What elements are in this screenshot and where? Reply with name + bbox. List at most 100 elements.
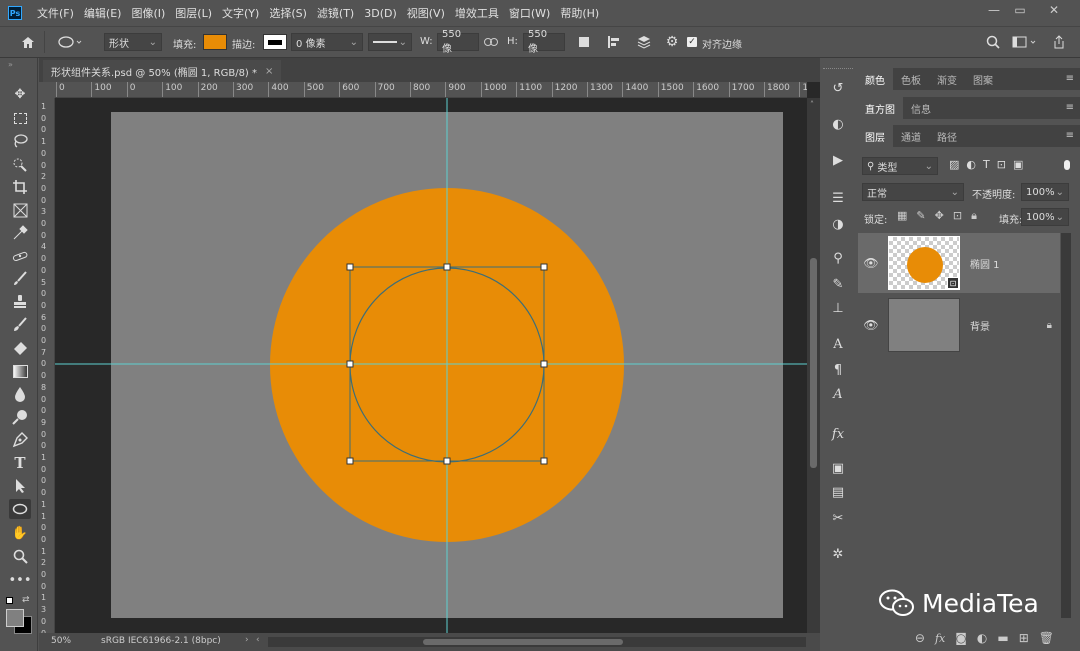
smart-object-filter-icon[interactable]: ▣ xyxy=(1013,158,1023,171)
workspace-icon[interactable] xyxy=(1010,34,1040,50)
stroke-width-select[interactable]: 0 像素 ⌄ xyxy=(291,33,363,51)
fill-input[interactable]: 100% ⌄ xyxy=(1021,208,1069,226)
layers-scrollbar[interactable] xyxy=(1061,233,1071,618)
blur-tool-icon[interactable] xyxy=(9,384,31,404)
tab-layers[interactable]: 图层 xyxy=(857,125,893,147)
zoom-level[interactable]: 50% xyxy=(51,636,71,646)
gear-icon[interactable]: ⚙ xyxy=(663,34,681,50)
search-icon[interactable] xyxy=(984,34,1002,50)
trash-icon[interactable]: 🗑︎ xyxy=(1039,631,1054,645)
fill-swatch[interactable] xyxy=(203,34,227,50)
hand-tool-icon[interactable]: ✋ xyxy=(9,523,31,543)
menu-3d[interactable]: 3D(D) xyxy=(359,7,402,20)
layer-mask-icon[interactable]: ◙ xyxy=(955,631,967,645)
adjustment-filter-icon[interactable]: ◐ xyxy=(966,158,976,171)
layer-filter-select[interactable]: ⚲ 类型 ⌄ xyxy=(862,157,938,175)
tool-preset-icon[interactable] xyxy=(56,33,84,51)
horizontal-scrollbar[interactable] xyxy=(268,637,806,647)
horizontal-ruler[interactable]: 0 100 0 100 200 300 400 500 600 700 800 900 1000 1100… xyxy=(55,82,807,98)
menu-help[interactable]: 帮助(H) xyxy=(555,5,604,21)
shape-mode-select[interactable]: 形状 ⌄ xyxy=(104,33,162,51)
align-edges-checkbox[interactable]: ✓ xyxy=(687,37,697,47)
foreground-color-swatch[interactable] xyxy=(6,609,24,627)
pixel-filter-icon[interactable]: ▨ xyxy=(949,158,959,171)
notes-panel-icon[interactable]: ▤ xyxy=(827,482,849,502)
brush-settings-panel-icon[interactable]: ⚲ xyxy=(827,248,849,268)
paragraph-panel-icon[interactable]: ¶ xyxy=(827,360,849,380)
properties-panel-icon[interactable]: ☰ xyxy=(827,188,849,208)
height-input[interactable]: 550 像 xyxy=(523,29,565,55)
lock-all-icon[interactable]: 🔒︎ xyxy=(971,209,977,223)
scroll-left-icon[interactable]: ‹ xyxy=(256,635,260,645)
path-alignment-icon[interactable] xyxy=(605,34,623,50)
lock-image-icon[interactable]: ✎ xyxy=(916,209,925,223)
character-panel-icon[interactable]: A xyxy=(827,334,849,354)
gradient-tool-icon[interactable] xyxy=(9,361,31,381)
type-tool-icon[interactable]: T xyxy=(9,453,31,473)
tab-gradients[interactable]: 渐变 xyxy=(929,68,965,90)
canvas-viewport[interactable] xyxy=(55,98,807,633)
eraser-tool-icon[interactable] xyxy=(9,338,31,358)
more-tools-icon[interactable]: ••• xyxy=(9,570,32,590)
swap-colors-icon[interactable]: ⇄ xyxy=(22,595,30,605)
ellipse-tool-icon[interactable] xyxy=(9,499,31,519)
tab-paths[interactable]: 路径 xyxy=(929,125,965,147)
dodge-tool-icon[interactable] xyxy=(9,407,31,427)
history-brush-tool-icon[interactable] xyxy=(9,315,31,335)
zoom-tool-icon[interactable] xyxy=(9,546,31,566)
clone-source-panel-icon[interactable]: ⊥ xyxy=(827,298,849,318)
frame-tool-icon[interactable] xyxy=(9,200,31,220)
transform-handle[interactable] xyxy=(540,457,548,465)
new-group-icon[interactable]: ▬ xyxy=(997,631,1008,645)
panel-menu-icon[interactable]: ≡ xyxy=(1066,102,1074,113)
menu-filter[interactable]: 滤镜(T) xyxy=(312,5,359,21)
quick-selection-tool-icon[interactable] xyxy=(9,154,31,174)
visibility-eye-icon[interactable]: 👁︎ xyxy=(858,318,884,332)
shape-filter-icon[interactable]: ⊡ xyxy=(997,158,1006,171)
transform-handle[interactable] xyxy=(443,263,451,271)
opacity-input[interactable]: 100% ⌄ xyxy=(1021,183,1069,201)
transform-handle[interactable] xyxy=(346,360,354,368)
link-layers-icon[interactable]: ⊖ xyxy=(915,631,925,645)
healing-brush-tool-icon[interactable] xyxy=(9,246,31,266)
menu-type[interactable]: 文字(Y) xyxy=(217,5,264,21)
filter-toggle[interactable] xyxy=(1064,160,1070,170)
menu-plugins[interactable]: 增效工具 xyxy=(450,5,504,21)
actions-panel-icon[interactable]: ▶ xyxy=(827,150,849,170)
type-filter-icon[interactable]: T xyxy=(983,158,990,171)
transform-handle[interactable] xyxy=(540,360,548,368)
layer-name[interactable]: 背景 xyxy=(970,318,990,333)
crop-tool-icon[interactable] xyxy=(9,177,31,197)
horizontal-scroll-thumb[interactable] xyxy=(423,639,623,645)
status-menu-icon[interactable]: › xyxy=(245,635,249,645)
layer-style-icon[interactable]: fx xyxy=(935,632,945,645)
tab-color[interactable]: 颜色 xyxy=(857,68,893,90)
tab-close-icon[interactable]: × xyxy=(265,66,273,77)
width-input[interactable]: 550 像 xyxy=(437,29,479,55)
lasso-tool-icon[interactable] xyxy=(9,131,31,151)
tools-presets-panel-icon[interactable]: ✂ xyxy=(827,508,849,528)
transform-handle[interactable] xyxy=(540,263,548,271)
menu-select[interactable]: 选择(S) xyxy=(264,5,312,21)
menu-edit[interactable]: 编辑(E) xyxy=(79,5,127,21)
brush-tool-icon[interactable] xyxy=(9,269,31,289)
menu-layer[interactable]: 图层(L) xyxy=(170,5,217,21)
tab-patterns[interactable]: 图案 xyxy=(965,68,1001,90)
home-icon[interactable] xyxy=(18,33,38,51)
lock-position-icon[interactable]: ✥ xyxy=(935,209,944,223)
share-icon[interactable] xyxy=(1050,34,1068,50)
minimize-icon[interactable]: — xyxy=(980,0,1008,20)
move-tool-icon[interactable]: ✥ xyxy=(9,84,31,104)
blend-mode-select[interactable]: 正常 ⌄ xyxy=(862,183,964,201)
collapse-toolbox-icon[interactable]: » xyxy=(8,60,13,69)
adjustment-layer-icon[interactable]: ◐ xyxy=(977,631,987,645)
tab-channels[interactable]: 通道 xyxy=(893,125,929,147)
path-selection-tool-icon[interactable] xyxy=(9,476,31,496)
fx-panel-icon[interactable]: fx xyxy=(827,424,849,444)
lock-artboard-icon[interactable]: ⊡ xyxy=(953,209,962,223)
layer-name[interactable]: 椭圆 1 xyxy=(970,256,1000,271)
brushes-panel-icon[interactable]: ✎ xyxy=(827,274,849,294)
menu-window[interactable]: 窗口(W) xyxy=(504,5,555,21)
stroke-type-select[interactable]: ⌄ xyxy=(368,33,412,51)
menu-view[interactable]: 视图(V) xyxy=(402,5,450,21)
